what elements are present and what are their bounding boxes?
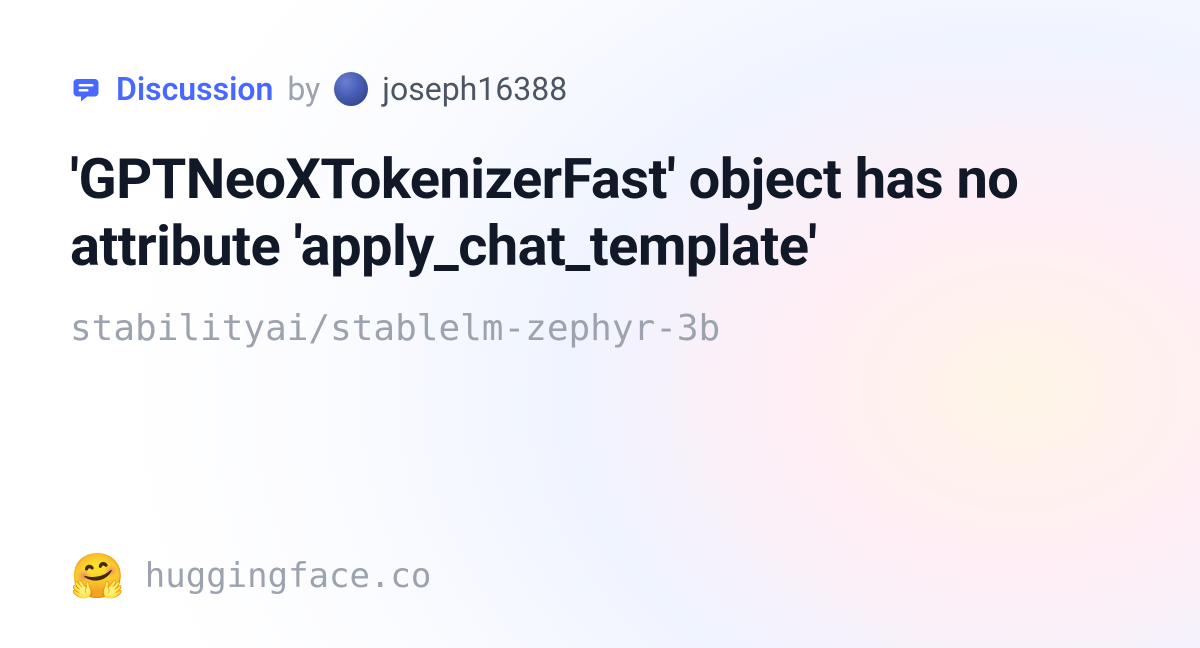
discussion-label: Discussion (116, 70, 273, 108)
discussion-icon (70, 73, 102, 105)
by-label: by (287, 70, 320, 108)
avatar (334, 72, 368, 106)
header-row: Discussion by joseph16388 (70, 70, 1130, 108)
site-name: huggingface.co (145, 556, 432, 596)
footer: 🤗 huggingface.co (70, 554, 1130, 598)
huggingface-emoji-icon: 🤗 (70, 554, 125, 598)
discussion-title: 'GPTNeoXTokenizerFast' object has no att… (70, 146, 1130, 280)
repo-path: stabilityai/stablelm-zephyr-3b (70, 308, 1130, 349)
username: joseph16388 (382, 70, 567, 108)
